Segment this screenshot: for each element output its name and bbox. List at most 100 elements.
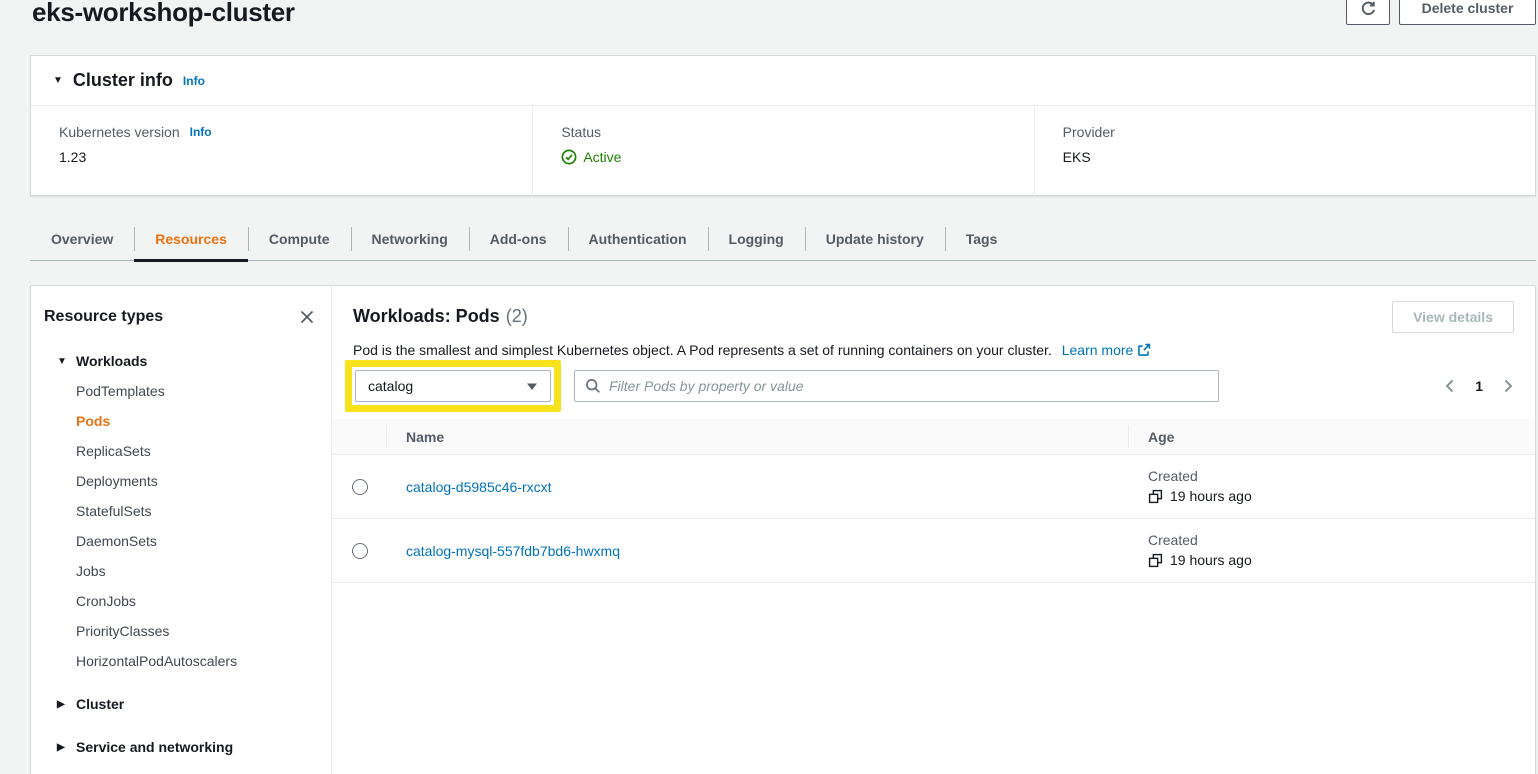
close-icon[interactable] xyxy=(299,309,315,325)
chevron-down-icon xyxy=(526,382,538,391)
status-check-icon xyxy=(561,149,577,165)
provider-label: Provider xyxy=(1063,124,1535,140)
namespace-filter-dropdown[interactable]: catalog xyxy=(355,370,551,402)
sidebar-item-jobs[interactable]: Jobs xyxy=(44,556,317,586)
cluster-info-body: Kubernetes version Info 1.23 Status Acti… xyxy=(31,106,1535,196)
triangle-right-icon: ▶ xyxy=(57,742,76,753)
tab-update-history[interactable]: Update history xyxy=(805,217,945,260)
status-value: Active xyxy=(561,149,1033,165)
sidebar-section-workloads-header[interactable]: ▼ Workloads xyxy=(44,346,317,376)
tab-resources[interactable]: Resources xyxy=(134,217,248,260)
status-text: Active xyxy=(583,149,621,165)
tab-add-ons[interactable]: Add-ons xyxy=(469,217,568,260)
delete-cluster-button[interactable]: Delete cluster xyxy=(1399,0,1536,25)
tab-label: Tags xyxy=(966,231,998,247)
collapse-caret-icon[interactable]: ▼ xyxy=(53,75,63,86)
pods-filter-searchbox[interactable] xyxy=(574,370,1219,402)
tab-label: Overview xyxy=(51,231,113,247)
pods-filter-input[interactable] xyxy=(609,378,1208,394)
table-row: catalog-mysql-557fdb7bd6-hwxmq Created 1… xyxy=(332,519,1535,583)
pods-count-badge: (2) xyxy=(506,306,528,327)
pod-name-link[interactable]: catalog-d5985c46-rxcxt xyxy=(406,479,552,495)
pods-description-text: Pod is the smallest and simplest Kuberne… xyxy=(353,342,1052,358)
cluster-info-title: Cluster info xyxy=(73,70,173,91)
kubernetes-version-info-link[interactable]: Info xyxy=(190,125,212,139)
refresh-icon xyxy=(1360,0,1377,17)
pods-main-area: Workloads: Pods (2) Pod is the smallest … xyxy=(332,286,1535,774)
cluster-info-info-link[interactable]: Info xyxy=(183,74,205,88)
row-radio-button[interactable] xyxy=(352,479,368,495)
cluster-tab-bar: Overview Resources Compute Networking Ad… xyxy=(30,217,1536,261)
dropdown-selected-value: catalog xyxy=(368,378,413,394)
provider-field: Provider EKS xyxy=(1034,106,1535,196)
name-column-header[interactable]: Name xyxy=(386,419,1128,454)
age-value-text: 19 hours ago xyxy=(1170,552,1252,569)
sidebar-section-workloads: ▼ Workloads PodTemplates Pods ReplicaSet… xyxy=(44,346,317,676)
tab-networking[interactable]: Networking xyxy=(351,217,469,260)
tab-tags[interactable]: Tags xyxy=(945,217,1019,260)
status-label: Status xyxy=(561,124,1033,140)
triangle-down-icon: ▼ xyxy=(57,356,76,367)
copy-icon xyxy=(1148,489,1163,504)
tab-logging[interactable]: Logging xyxy=(708,217,805,260)
copy-icon xyxy=(1148,553,1163,568)
sidebar-item-podtemplates[interactable]: PodTemplates xyxy=(44,376,317,406)
pods-table: Name Age catalog-d5985c46-rxcxt Created … xyxy=(332,419,1535,583)
tab-overview[interactable]: Overview xyxy=(30,217,134,260)
cluster-info-header[interactable]: ▼ Cluster info Info xyxy=(31,56,1535,106)
pod-name-link[interactable]: catalog-mysql-557fdb7bd6-hwxmq xyxy=(406,543,620,559)
sidebar-item-statefulsets[interactable]: StatefulSets xyxy=(44,496,317,526)
search-icon xyxy=(585,378,601,394)
tab-compute[interactable]: Compute xyxy=(248,217,351,260)
tab-label: Resources xyxy=(155,231,227,247)
age-value-text: 19 hours ago xyxy=(1170,488,1252,505)
provider-value: EKS xyxy=(1063,149,1535,165)
age-column-header[interactable]: Age xyxy=(1128,419,1535,454)
pods-panel-title: Workloads: Pods xyxy=(353,306,500,327)
kubernetes-version-field: Kubernetes version Info 1.23 xyxy=(31,106,532,196)
sidebar-section-service-networking-header[interactable]: ▶ Service and networking xyxy=(44,732,317,762)
pagination: 1 xyxy=(1444,378,1514,394)
sidebar-section-label: Cluster xyxy=(76,696,124,712)
learn-more-link[interactable]: Learn more xyxy=(1062,342,1134,358)
sidebar-section-cluster-header[interactable]: ▶ Cluster xyxy=(44,689,317,719)
tab-label: Add-ons xyxy=(490,231,547,247)
refresh-button[interactable] xyxy=(1346,0,1390,25)
tab-label: Networking xyxy=(372,231,448,247)
current-page-number[interactable]: 1 xyxy=(1475,378,1483,394)
selection-column-header xyxy=(332,419,386,454)
triangle-right-icon: ▶ xyxy=(57,699,76,710)
resource-types-title: Resource types xyxy=(44,308,163,326)
row-radio-button[interactable] xyxy=(352,543,368,559)
sidebar-section-cluster: ▶ Cluster xyxy=(44,689,317,719)
sidebar-section-label: Workloads xyxy=(76,353,147,369)
sidebar-item-replicasets[interactable]: ReplicaSets xyxy=(44,436,317,466)
kubernetes-version-label-text: Kubernetes version xyxy=(59,124,180,140)
sidebar-section-service-networking: ▶ Service and networking xyxy=(44,732,317,762)
sidebar-item-cronjobs[interactable]: CronJobs xyxy=(44,586,317,616)
pods-description: Pod is the smallest and simplest Kuberne… xyxy=(353,340,1514,360)
sidebar-item-daemonsets[interactable]: DaemonSets xyxy=(44,526,317,556)
view-details-button[interactable]: View details xyxy=(1392,301,1514,333)
table-row: catalog-d5985c46-rxcxt Created 19 hours … xyxy=(332,455,1535,519)
tab-label: Update history xyxy=(826,231,924,247)
tab-label: Compute xyxy=(269,231,330,247)
sidebar-item-horizontalpodautoscalers[interactable]: HorizontalPodAutoscalers xyxy=(44,646,317,676)
sidebar-item-deployments[interactable]: Deployments xyxy=(44,466,317,496)
age-created-label: Created xyxy=(1148,468,1198,485)
sidebar-item-priorityclasses[interactable]: PriorityClasses xyxy=(44,616,317,646)
pods-table-header: Name Age xyxy=(332,419,1535,455)
resources-panel: Resource types ▼ Workloads PodTemplates … xyxy=(30,285,1536,774)
highlight-annotation: catalog xyxy=(345,360,561,412)
previous-page-icon[interactable] xyxy=(1444,378,1455,394)
next-page-icon[interactable] xyxy=(1503,378,1514,394)
sidebar-section-label: Service and networking xyxy=(76,739,233,755)
sidebar-item-pods[interactable]: Pods xyxy=(44,406,317,436)
page-title: eks-workshop-cluster xyxy=(32,0,295,28)
tab-authentication[interactable]: Authentication xyxy=(568,217,708,260)
resource-types-sidebar: Resource types ▼ Workloads PodTemplates … xyxy=(31,286,332,774)
kubernetes-version-value: 1.23 xyxy=(59,149,532,165)
kubernetes-version-label: Kubernetes version Info xyxy=(59,124,532,140)
page-header: eks-workshop-cluster Delete cluster xyxy=(0,0,1538,48)
cluster-info-panel: ▼ Cluster info Info Kubernetes version I… xyxy=(30,55,1536,196)
